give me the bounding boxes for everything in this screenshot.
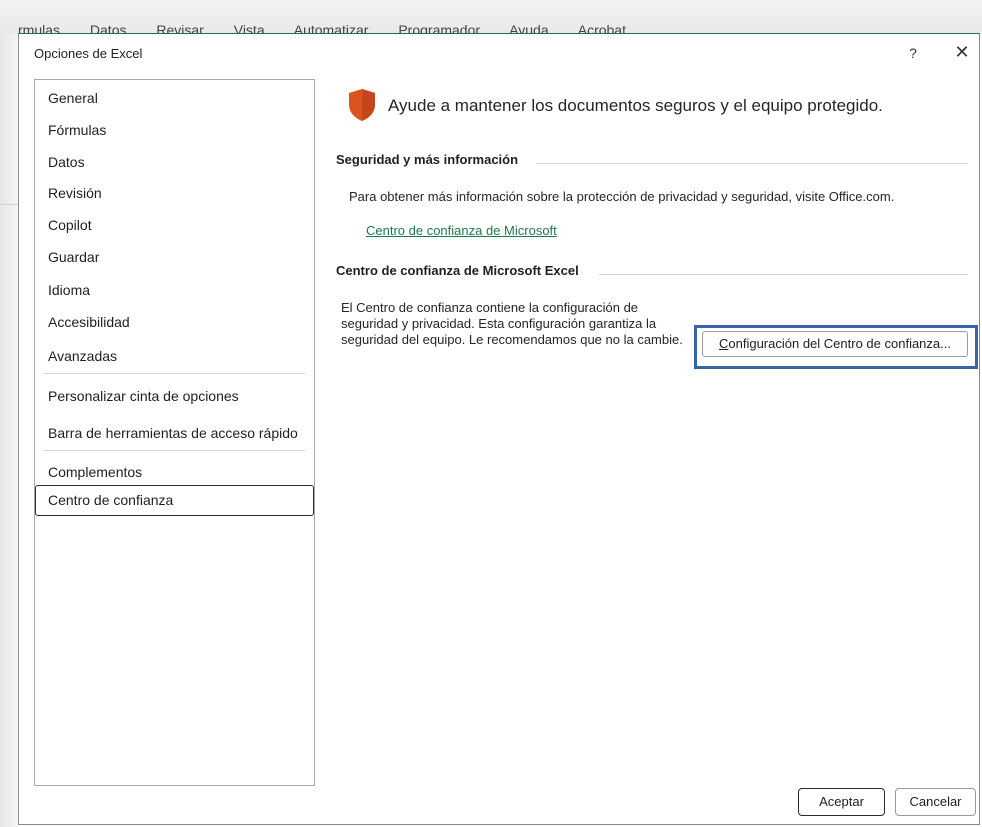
nav-item-accesibilidad[interactable]: Accesibilidad — [48, 314, 130, 330]
nav-item-general[interactable]: General — [48, 90, 98, 106]
nav-divider — [43, 373, 305, 374]
page-headline: Ayude a mantener los documentos seguros … — [388, 96, 883, 115]
trust-center-settings-button[interactable]: Configuración del Centro de confianza... — [702, 331, 968, 357]
button-label: onfiguración del Centro de confianza... — [728, 336, 951, 351]
nav-item-personalizar-cinta[interactable]: Personalizar cinta de opciones — [48, 388, 239, 404]
help-icon[interactable]: ? — [903, 43, 923, 63]
excel-ribbon-background: rmulas Datos Revisar Vista Automatizar P… — [0, 0, 982, 34]
section-title-trust-center: Centro de confianza de Microsoft Excel — [336, 263, 579, 278]
nav-item-datos[interactable]: Datos — [48, 154, 85, 170]
mnemonic-letter: C — [719, 336, 729, 351]
options-nav: General Fórmulas Datos Revisión Copilot … — [34, 79, 315, 786]
excel-options-dialog: Opciones de Excel ? ✕ General Fórmulas D… — [18, 33, 980, 825]
nav-divider — [43, 450, 305, 451]
microsoft-trust-center-link[interactable]: Centro de confianza de Microsoft — [366, 223, 557, 238]
nav-item-revision[interactable]: Revisión — [48, 185, 102, 201]
nav-item-centro-confianza[interactable]: Centro de confianza — [35, 485, 314, 516]
close-icon[interactable]: ✕ — [951, 41, 973, 63]
nav-item-idioma[interactable]: Idioma — [48, 282, 90, 298]
security-info-text: Para obtener más información sobre la pr… — [349, 189, 895, 204]
nav-item-copilot[interactable]: Copilot — [48, 217, 92, 233]
dialog-title: Opciones de Excel — [34, 46, 143, 61]
nav-item-barra-acceso-rapido[interactable]: Barra de herramientas de acceso rápido — [48, 425, 298, 441]
excel-sheet-background — [0, 34, 18, 827]
trust-center-description: El Centro de confianza contiene la confi… — [341, 300, 683, 347]
nav-item-guardar[interactable]: Guardar — [48, 249, 99, 265]
section-divider — [599, 274, 968, 275]
nav-item-label: Centro de confianza — [48, 492, 174, 508]
cancel-button[interactable]: Cancelar — [895, 788, 976, 816]
divider — [0, 204, 18, 205]
shield-icon — [349, 89, 375, 121]
section-title-security: Seguridad y más información — [336, 152, 519, 167]
ok-button[interactable]: Aceptar — [798, 788, 885, 816]
nav-item-complementos[interactable]: Complementos — [48, 464, 142, 480]
section-divider — [536, 163, 968, 164]
nav-item-formulas[interactable]: Fórmulas — [48, 122, 106, 138]
nav-item-avanzadas[interactable]: Avanzadas — [48, 348, 117, 364]
